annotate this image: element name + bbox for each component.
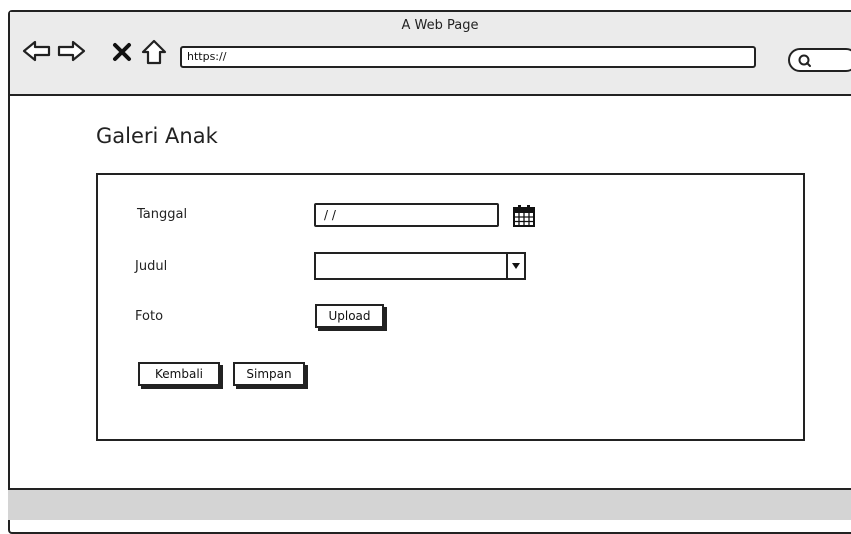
upload-button[interactable]: Upload (315, 304, 384, 328)
back-button[interactable]: Kembali (138, 362, 220, 386)
judul-label: Judul (135, 259, 168, 274)
foto-label: Foto (135, 309, 164, 324)
window-title: A Web Page (401, 18, 479, 33)
judul-select[interactable] (314, 252, 526, 280)
calendar-icon[interactable] (512, 204, 536, 228)
dropdown-toggle[interactable] (506, 254, 524, 278)
chevron-down-icon (512, 263, 520, 269)
forward-arrow-icon[interactable] (56, 39, 86, 63)
save-button[interactable]: Simpan (233, 362, 305, 386)
browser-toolbar: A Web Page https:// (10, 12, 851, 96)
close-icon[interactable] (112, 42, 132, 62)
home-icon[interactable] (140, 39, 168, 65)
status-bar (8, 488, 851, 520)
back-arrow-icon[interactable] (22, 39, 52, 63)
tanggal-date-input[interactable]: / / (314, 203, 499, 227)
search-icon (798, 54, 811, 67)
page-title: Galeri Anak (96, 124, 218, 148)
tanggal-label: Tanggal (137, 207, 188, 222)
url-input[interactable]: https:// (180, 46, 756, 68)
browser-search-box[interactable] (788, 48, 851, 72)
